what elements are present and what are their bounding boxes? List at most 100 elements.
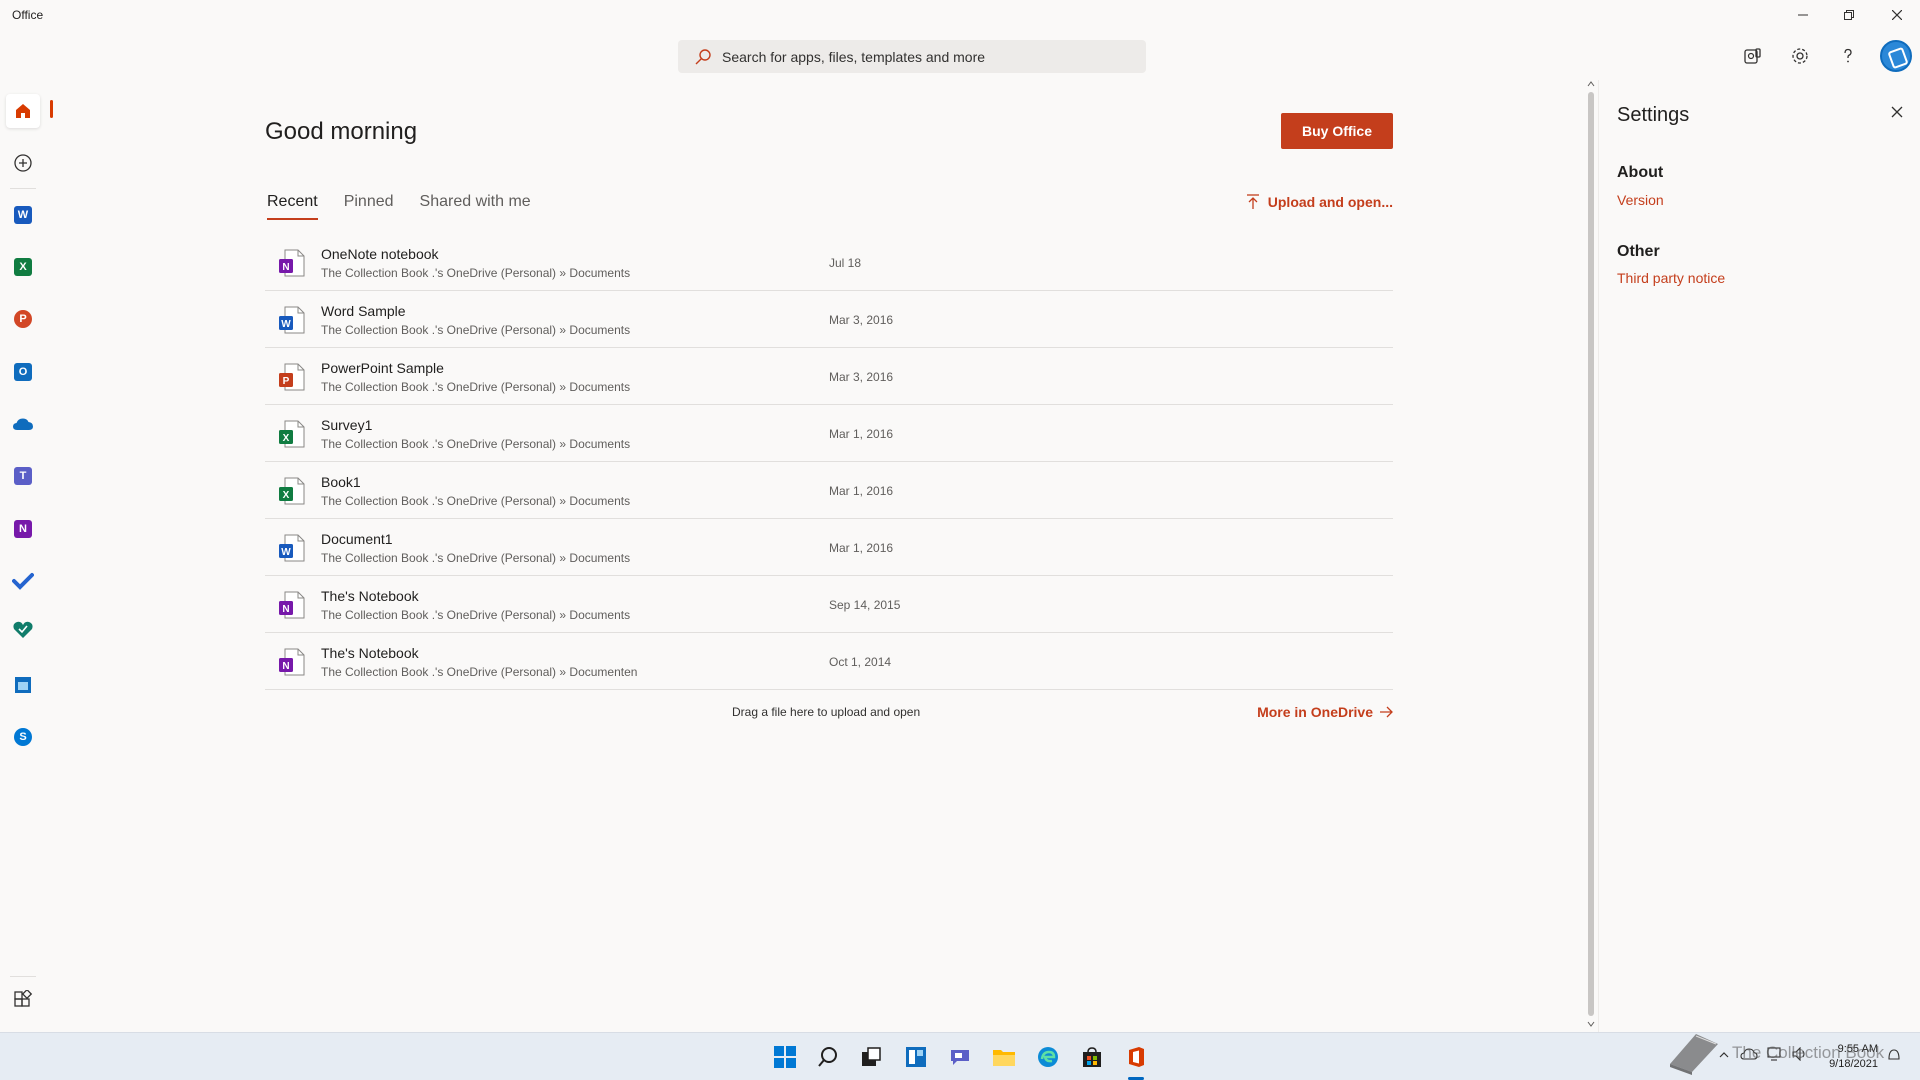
nav-outlook[interactable]: O	[6, 355, 40, 389]
tab-shared-with-me[interactable]: Shared with me	[420, 193, 531, 220]
skype-icon: S	[14, 728, 32, 746]
store-button[interactable]	[1078, 1043, 1106, 1071]
tab-pinned[interactable]: Pinned	[344, 193, 394, 220]
file-row[interactable]: N The's Notebook The Collection Book .'s O…	[265, 576, 1393, 633]
office-taskbar-button[interactable]	[1122, 1043, 1150, 1071]
file-row[interactable]: W Document1 The Collection Book .'s OneDri…	[265, 519, 1393, 576]
drag-drop-hint: Drag a file here to upload and open	[732, 705, 921, 719]
nav-divider	[10, 188, 36, 189]
excel-file-icon: X	[279, 477, 305, 505]
nav-onenote[interactable]: N	[6, 512, 40, 546]
outlook-icon: O	[14, 363, 32, 381]
scroll-down-icon	[1587, 1021, 1595, 1027]
nav-teams[interactable]: T	[6, 459, 40, 493]
powerpoint-icon: P	[14, 310, 32, 328]
file-name[interactable]: OneNote notebook	[321, 246, 439, 262]
settings-title: Settings	[1617, 104, 1690, 126]
edge-button[interactable]	[1034, 1043, 1062, 1071]
more-in-onedrive-link[interactable]: More in OneDrive	[1257, 704, 1393, 720]
upload-and-open-link[interactable]: Upload and open...	[1246, 194, 1393, 210]
page-title: Good morning	[265, 118, 418, 145]
file-row[interactable]: X Survey1 The Collection Book .'s OneDrive…	[265, 405, 1393, 462]
nav-home[interactable]	[6, 94, 40, 128]
file-row[interactable]: P PowerPoint Sample The Collection Book .'…	[265, 348, 1393, 405]
nav-powerpoint[interactable]: P	[6, 302, 40, 336]
todo-icon	[12, 573, 34, 590]
search-input[interactable]: Search for apps, files, templates and mo…	[722, 49, 985, 65]
file-name[interactable]: Survey1	[321, 417, 372, 433]
feedback-button[interactable]	[1739, 43, 1765, 69]
close-window-button[interactable]	[1874, 0, 1920, 30]
word-file-icon: W	[279, 306, 305, 334]
file-name[interactable]: The's Notebook	[321, 645, 419, 661]
widgets-icon	[906, 1047, 926, 1067]
scrollbar-thumb[interactable]	[1588, 92, 1594, 1016]
file-name[interactable]: PowerPoint Sample	[321, 360, 444, 376]
close-icon	[1892, 10, 1902, 20]
file-name[interactable]: Word Sample	[321, 303, 406, 319]
chat-button[interactable]	[946, 1043, 974, 1071]
file-path: The Collection Book .'s OneDrive (Person…	[321, 494, 631, 508]
arrow-right-icon	[1380, 706, 1393, 718]
file-date: Jul 18	[829, 256, 862, 270]
settings-close-button[interactable]	[1885, 100, 1909, 124]
nav-word[interactable]: W	[6, 198, 40, 232]
file-path: The Collection Book .'s OneDrive (Person…	[321, 665, 638, 679]
minimize-button[interactable]	[1780, 0, 1826, 30]
about-heading: About	[1617, 164, 1664, 181]
file-date: Oct 1, 2014	[829, 655, 892, 669]
help-button[interactable]	[1835, 43, 1861, 69]
taskbar: 9:55 AM 9/18/2021	[0, 1032, 1920, 1080]
file-explorer-button[interactable]	[990, 1043, 1018, 1071]
watermark-text: The Collection Book	[1732, 1043, 1885, 1062]
account-avatar[interactable]	[1880, 40, 1912, 72]
nav-family-safety[interactable]	[6, 613, 40, 647]
nav-skype[interactable]: S	[6, 720, 40, 754]
file-name[interactable]: The's Notebook	[321, 588, 419, 604]
task-view-button[interactable]	[857, 1043, 885, 1071]
file-row[interactable]: N OneNote notebook The Collection Book .'s…	[265, 234, 1393, 291]
file-name[interactable]: Book1	[321, 474, 361, 490]
file-row[interactable]: N The's Notebook The Collection Book .'s O…	[265, 633, 1393, 690]
third-party-notice-link[interactable]: Third party notice	[1617, 270, 1725, 286]
version-link[interactable]: Version	[1617, 192, 1664, 208]
file-name[interactable]: Document1	[321, 531, 393, 547]
buy-office-button[interactable]: Buy Office	[1281, 113, 1393, 149]
file-path: The Collection Book .'s OneDrive (Person…	[321, 266, 631, 280]
nav-create[interactable]	[6, 146, 40, 180]
nav-todo[interactable]	[6, 564, 40, 598]
restore-button[interactable]	[1826, 0, 1872, 30]
onenote-file-icon: N	[279, 648, 305, 676]
file-date: Sep 14, 2015	[829, 598, 901, 612]
nav-onedrive[interactable]	[6, 407, 40, 441]
office-icon	[1129, 1047, 1144, 1067]
file-row[interactable]: X Book1 The Collection Book .'s OneDrive (…	[265, 462, 1393, 519]
left-navigation: W X P O T N S	[0, 80, 46, 1032]
powerpoint-file-icon: P	[279, 363, 305, 391]
notification-icon[interactable]	[1886, 1047, 1902, 1063]
settings-button[interactable]	[1787, 43, 1813, 69]
nav-all-apps[interactable]	[6, 983, 40, 1017]
calendar-icon	[15, 677, 31, 693]
file-row[interactable]: W Word Sample The Collection Book .'s OneD…	[265, 291, 1393, 348]
nav-divider-bottom	[10, 976, 36, 977]
widgets-button[interactable]	[902, 1043, 930, 1071]
file-path: The Collection Book .'s OneDrive (Person…	[321, 608, 631, 622]
task-view-icon	[862, 1047, 881, 1066]
onenote-file-icon: N	[279, 591, 305, 619]
nav-excel[interactable]: X	[6, 250, 40, 284]
upload-icon	[1246, 194, 1259, 209]
other-heading: Other	[1617, 243, 1660, 260]
main-scrollbar[interactable]	[1586, 80, 1596, 1030]
taskbar-search-button[interactable]	[814, 1043, 842, 1071]
more-label: More in OneDrive	[1257, 704, 1373, 720]
nav-calendar[interactable]	[6, 668, 40, 702]
minimize-icon	[1798, 14, 1808, 16]
search-box[interactable]: Search for apps, files, templates and mo…	[678, 40, 1146, 73]
start-button[interactable]	[771, 1043, 799, 1071]
create-icon	[14, 154, 32, 172]
excel-file-icon: X	[279, 420, 305, 448]
svg-text:N: N	[282, 262, 289, 273]
tab-recent[interactable]: Recent	[267, 193, 318, 220]
teams-icon: T	[14, 467, 32, 485]
